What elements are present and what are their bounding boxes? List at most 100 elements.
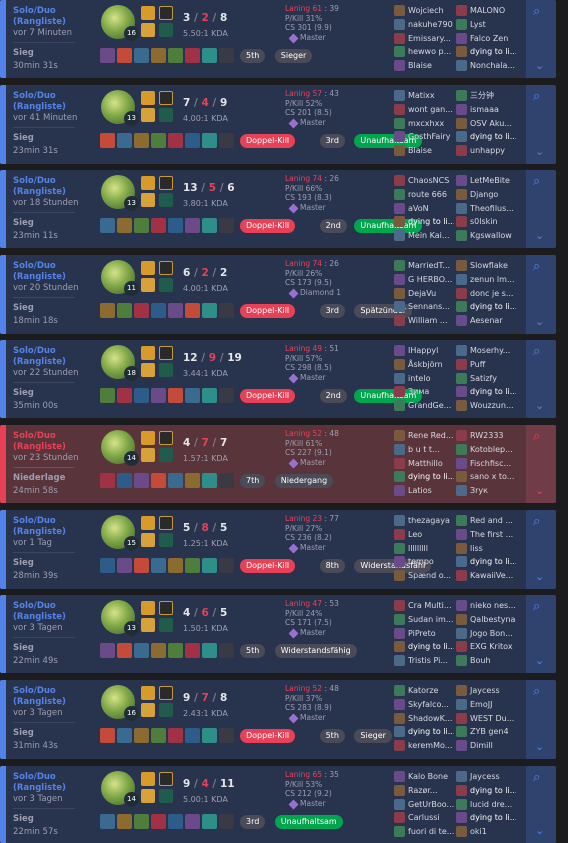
ward-icon[interactable]	[219, 728, 234, 743]
player-name[interactable]: Kotoblep...	[470, 443, 513, 457]
player-name[interactable]: Kalo Bone	[408, 770, 448, 784]
summoner-spell-icon[interactable]	[141, 431, 155, 445]
player-entry[interactable]: Sudan im...	[394, 613, 454, 627]
player-name[interactable]: dying to li...	[470, 130, 516, 144]
player-entry[interactable]: Matthillo	[394, 457, 454, 471]
player-name[interactable]: 三分钟	[470, 89, 494, 103]
player-entry[interactable]: Lyst	[456, 18, 516, 32]
player-name[interactable]: Red and ...	[470, 514, 513, 528]
item-icon[interactable]	[117, 218, 132, 233]
player-entry[interactable]: EmoJJ	[456, 698, 516, 712]
keystone-rune-icon[interactable]	[159, 176, 173, 190]
player-entry[interactable]: MarriedT...	[394, 259, 454, 273]
player-entry[interactable]: PiPreto	[394, 627, 454, 641]
champion-portrait[interactable]: 16	[101, 685, 139, 721]
player-entry[interactable]: sano x to...	[456, 470, 516, 484]
champion-portrait[interactable]: 16	[101, 5, 139, 41]
champion-portrait[interactable]: 18	[101, 345, 139, 381]
player-entry[interactable]: unhappy	[456, 144, 516, 158]
item-icon[interactable]	[117, 728, 132, 743]
player-entry[interactable]: 三分钟	[456, 89, 516, 103]
magnify-spy-icon[interactable]: ⌕	[533, 430, 551, 444]
item-icon[interactable]	[100, 388, 115, 403]
player-name[interactable]: Spænd o...	[408, 569, 451, 583]
item-icon[interactable]	[185, 473, 200, 488]
player-name[interactable]: dying to li...	[408, 640, 454, 654]
player-entry[interactable]: tempo	[394, 555, 454, 569]
player-name[interactable]: Åskbjörn	[408, 358, 443, 372]
player-name[interactable]: LetMeBite	[470, 174, 510, 188]
item-icon[interactable]	[117, 473, 132, 488]
player-name[interactable]: Matixx	[408, 89, 435, 103]
player-name[interactable]: Puff	[470, 358, 485, 372]
secondary-rune-icon[interactable]	[159, 23, 173, 37]
player-name[interactable]: Latios	[408, 484, 432, 498]
player-name[interactable]: RW2333	[470, 429, 504, 443]
player-name[interactable]: MarriedT...	[408, 259, 450, 273]
summoner-spell-icon[interactable]	[141, 91, 155, 105]
item-icon[interactable]	[202, 643, 217, 658]
player-entry[interactable]: nakuhe790	[394, 18, 454, 32]
item-icon[interactable]	[168, 218, 183, 233]
player-name[interactable]: Emissary...	[408, 32, 451, 46]
player-name[interactable]: GosthFairy	[408, 130, 450, 144]
summoner-spell-icon[interactable]	[141, 278, 155, 292]
player-name[interactable]: Matthillo	[408, 457, 443, 471]
champion-portrait[interactable]: 13	[101, 600, 139, 636]
player-name[interactable]: Lyst	[470, 18, 486, 32]
magnify-spy-icon[interactable]: ⌕	[533, 90, 551, 104]
player-entry[interactable]: Razør...	[394, 784, 454, 798]
player-entry[interactable]: Зrук	[456, 484, 516, 498]
summoner-spell-icon[interactable]	[141, 363, 155, 377]
player-entry[interactable]: dying to li...	[394, 470, 454, 484]
summoner-spell-icon[interactable]	[141, 6, 155, 20]
player-entry[interactable]: b u t t...	[394, 443, 454, 457]
player-name[interactable]: William ...	[408, 314, 448, 328]
item-icon[interactable]	[100, 558, 115, 573]
player-name[interactable]: PiPreto	[408, 627, 436, 641]
item-icon[interactable]	[100, 814, 115, 829]
player-name[interactable]: Wojciech	[408, 4, 444, 18]
item-icon[interactable]	[168, 728, 183, 743]
item-icon[interactable]	[117, 643, 132, 658]
player-name[interactable]: ZYB gen4	[470, 725, 509, 739]
summoner-spell-icon[interactable]	[141, 176, 155, 190]
player-entry[interactable]: GrandGe...	[394, 399, 454, 413]
item-icon[interactable]	[134, 48, 149, 63]
summoner-spell-icon[interactable]	[141, 601, 155, 615]
item-icon[interactable]	[100, 218, 115, 233]
item-icon[interactable]	[134, 728, 149, 743]
player-name[interactable]: liss	[470, 542, 483, 556]
player-entry[interactable]: mxcxhxx	[394, 117, 454, 131]
item-icon[interactable]	[100, 473, 115, 488]
item-icon[interactable]	[100, 643, 115, 658]
player-name[interactable]: The first ...	[470, 528, 513, 542]
item-icon[interactable]	[134, 133, 149, 148]
player-entry[interactable]: Matixx	[394, 89, 454, 103]
player-name[interactable]: Bouh	[470, 654, 491, 668]
chevron-down-icon[interactable]: ⌄	[535, 59, 544, 72]
item-icon[interactable]	[100, 728, 115, 743]
player-entry[interactable]: lllllllll	[394, 542, 454, 556]
summoner-spell-icon[interactable]	[141, 193, 155, 207]
item-icon[interactable]	[151, 388, 166, 403]
player-entry[interactable]: ChaosNCS	[394, 174, 454, 188]
player-entry[interactable]: KawaiiVe...	[456, 569, 516, 583]
item-icon[interactable]	[168, 558, 183, 573]
item-icon[interactable]	[134, 643, 149, 658]
player-entry[interactable]: dying to li...	[394, 215, 454, 229]
player-entry[interactable]: Leo	[394, 528, 454, 542]
chevron-down-icon[interactable]: ⌄	[535, 484, 544, 497]
player-entry[interactable]: Katorze	[394, 684, 454, 698]
player-entry[interactable]: Kotoblep...	[456, 443, 516, 457]
player-entry[interactable]: thezagaya	[394, 514, 454, 528]
summoner-spell-icon[interactable]	[141, 686, 155, 700]
item-icon[interactable]	[168, 643, 183, 658]
player-name[interactable]: dying to li...	[408, 470, 454, 484]
player-name[interactable]: Slowflake	[470, 259, 508, 273]
player-entry[interactable]: The first ...	[456, 528, 516, 542]
item-icon[interactable]	[151, 133, 166, 148]
item-icon[interactable]	[134, 558, 149, 573]
keystone-rune-icon[interactable]	[159, 91, 173, 105]
player-entry[interactable]: dying to li...	[456, 385, 516, 399]
